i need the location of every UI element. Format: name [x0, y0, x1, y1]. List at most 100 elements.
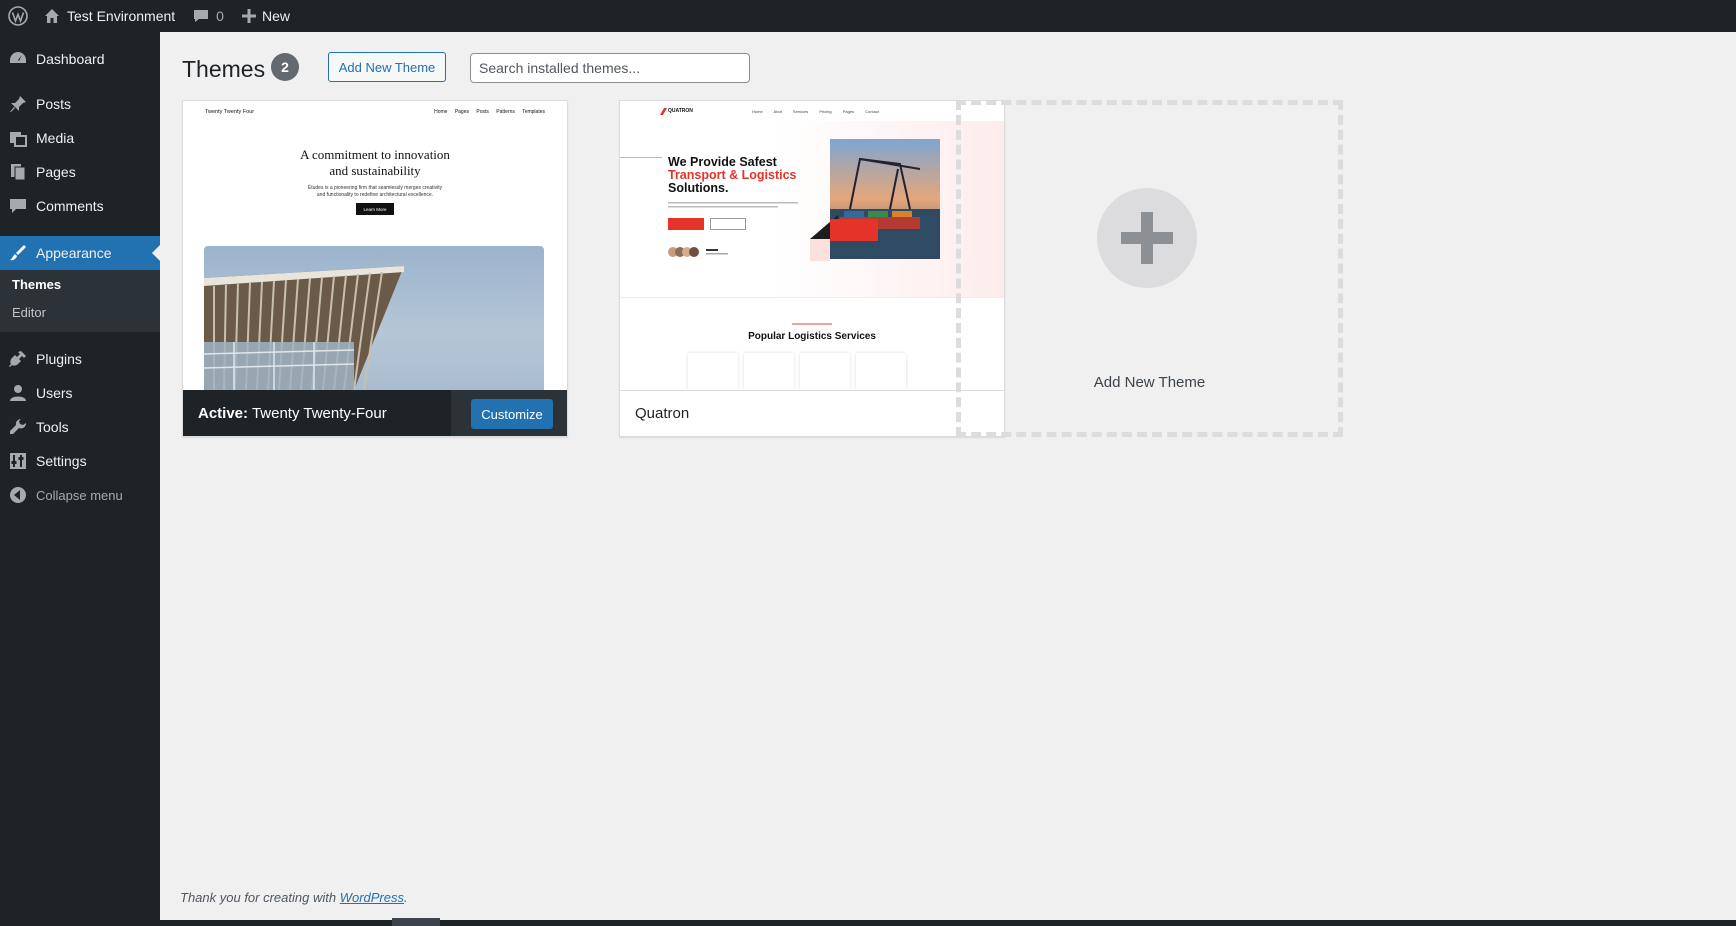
- preview-nav: Twenty Twenty Four Home Pages Posts Patt…: [183, 107, 567, 119]
- site-name: Test Environment: [67, 8, 176, 24]
- comments-count: 0: [216, 8, 224, 24]
- dashboard-icon: [0, 50, 36, 68]
- sidebar-item-appearance[interactable]: Appearance: [0, 236, 160, 270]
- theme-screenshot[interactable]: Twenty Twenty Four Home Pages Posts Patt…: [183, 101, 567, 390]
- text-lines: [668, 202, 798, 208]
- preview-port-image: [810, 139, 940, 261]
- section-tag: [792, 323, 832, 325]
- sidebar-item-label: Pages: [36, 164, 76, 180]
- home-icon: [45, 9, 59, 23]
- site-name-link[interactable]: Test Environment: [36, 0, 184, 32]
- building-illustration: [204, 266, 404, 390]
- preview-text-line: and functionality to redefine architectu…: [316, 192, 434, 198]
- preview-heading-line: A commitment to innovation: [300, 147, 450, 162]
- comments-link[interactable]: 0: [184, 0, 233, 32]
- main-content: Themes 2 Add New Theme Twenty Twenty Fou…: [160, 32, 1736, 920]
- pin-icon: [0, 95, 36, 113]
- sidebar-item-label: Plugins: [36, 351, 82, 367]
- collapse-menu-button[interactable]: Collapse menu: [0, 478, 160, 512]
- sidebar-item-tools[interactable]: Tools: [0, 410, 160, 444]
- add-new-theme-tile[interactable]: Add New Theme: [956, 100, 1343, 437]
- theme-title: Twenty Twenty-Four: [251, 404, 387, 422]
- preview-text-line: Études is a pioneering firm that seamles…: [307, 185, 443, 191]
- preview-service-card: [800, 353, 850, 390]
- admin-sidebar: Dashboard Posts Media Pages Comments App…: [0, 32, 160, 926]
- sidebar-item-label: Appearance: [36, 245, 112, 261]
- preview-brand: Twenty Twenty Four: [205, 109, 255, 115]
- new-label: New: [261, 8, 290, 24]
- comment-icon: [194, 10, 209, 22]
- bottom-scrollbar-track: [0, 920, 1736, 926]
- theme-info-bar: Quatron: [620, 390, 1004, 436]
- preview-text: Études is a pioneering firm that seamles…: [183, 185, 567, 199]
- comment-icon: [0, 197, 36, 215]
- preview-section-title: Popular Logistics Services: [748, 331, 876, 342]
- active-prefix: Active:: [198, 404, 249, 422]
- preview-avatars: [668, 247, 728, 257]
- theme-screenshot[interactable]: QUATRON Home Abut Services Pricing Pages…: [620, 101, 1004, 390]
- theme-name: Active: Twenty Twenty-Four: [183, 405, 387, 422]
- sidebar-item-settings[interactable]: Settings: [0, 444, 160, 478]
- sidebar-item-label: Media: [36, 130, 75, 146]
- preview-nav: QUATRON Home Abut Services Pricing Pages…: [620, 105, 1004, 119]
- search-themes-input[interactable]: [470, 53, 750, 83]
- new-content-link[interactable]: New: [233, 0, 299, 32]
- preview-nav-links: Home Abut Services Pricing Pages Contact: [752, 109, 879, 114]
- theme-name: Quatron: [635, 405, 690, 422]
- pages-icon: [0, 163, 36, 181]
- sidebar-item-dashboard[interactable]: Dashboard: [0, 42, 160, 76]
- add-plus-icon: [1097, 188, 1197, 288]
- preview-logo: QUATRON: [668, 108, 693, 114]
- sidebar-item-pages[interactable]: Pages: [0, 155, 160, 189]
- footer-text: Thank you for creating with: [180, 890, 337, 905]
- horizontal-scrollbar-thumb[interactable]: [392, 918, 440, 926]
- theme-card-twenty-twenty-four[interactable]: Twenty Twenty Four Home Pages Posts Patt…: [182, 100, 568, 437]
- preview-building-image: [204, 246, 544, 390]
- theme-count-badge: 2: [271, 53, 299, 81]
- theme-card-quatron[interactable]: QUATRON Home Abut Services Pricing Pages…: [619, 100, 1005, 437]
- sidebar-item-plugins[interactable]: Plugins: [0, 342, 160, 376]
- quatron-logo-icon: [660, 108, 667, 115]
- preview-secondary-button: [710, 218, 746, 230]
- hero-line: [620, 157, 662, 158]
- user-icon: [0, 384, 36, 402]
- sidebar-item-label: Settings: [36, 453, 87, 469]
- sidebar-item-label: Posts: [36, 96, 72, 112]
- settings-icon: [0, 452, 36, 470]
- add-new-theme-button[interactable]: Add New Theme: [328, 52, 446, 82]
- preview-button: Learn More: [356, 203, 394, 215]
- submenu-item-editor[interactable]: Editor: [12, 305, 46, 320]
- customize-button[interactable]: Customize: [471, 399, 553, 429]
- submenu-item-themes[interactable]: Themes: [12, 277, 61, 292]
- plugin-icon: [0, 350, 36, 368]
- theme-info-bar: Active: Twenty Twenty-Four Customize: [183, 390, 567, 436]
- wordpress-logo-button[interactable]: [0, 0, 36, 32]
- preview-heading-line: Solutions.: [668, 181, 729, 195]
- admin-bar: Test Environment 0 New: [0, 0, 1736, 32]
- preview-nav-links: Home Pages Posts Patterns Templates: [434, 109, 545, 115]
- page-title: Themes: [182, 56, 266, 82]
- admin-footer: Thank you for creating with WordPress.: [180, 890, 408, 905]
- collapse-arrow-icon: [0, 486, 36, 504]
- wordpress-logo-icon: [8, 6, 28, 26]
- add-new-theme-label: Add New Theme: [1093, 374, 1206, 391]
- preview-heading: A commitment to innovation and sustainab…: [183, 147, 567, 179]
- preview-service-card: [856, 353, 906, 390]
- preview-service-card: [688, 353, 738, 390]
- sidebar-item-label: Tools: [36, 419, 69, 435]
- appearance-submenu: Themes Editor: [0, 270, 160, 332]
- sidebar-item-label: Users: [36, 385, 73, 401]
- media-icon: [0, 129, 36, 147]
- preview-heading: We Provide Safest Transport & Logistics …: [668, 156, 797, 195]
- wrench-icon: [0, 418, 36, 436]
- footer-suffix: .: [404, 890, 408, 905]
- sidebar-item-users[interactable]: Users: [0, 376, 160, 410]
- sidebar-item-comments[interactable]: Comments: [0, 189, 160, 223]
- plus-horizontal: [1121, 232, 1173, 244]
- preview-text-placeholder: [668, 201, 803, 213]
- plus-icon: [241, 9, 256, 23]
- sidebar-item-media[interactable]: Media: [0, 121, 160, 155]
- wordpress-link[interactable]: WordPress: [340, 890, 404, 905]
- sidebar-item-posts[interactable]: Posts: [0, 87, 160, 121]
- preview-primary-button: [668, 218, 704, 230]
